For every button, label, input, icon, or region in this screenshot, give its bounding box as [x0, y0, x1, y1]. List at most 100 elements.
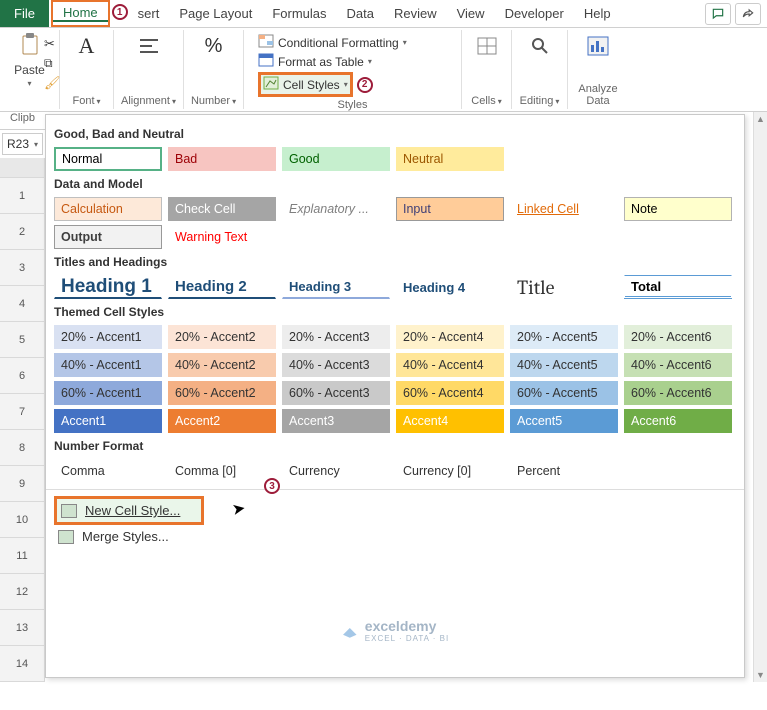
style-swatch-gbn[interactable]: Bad	[168, 147, 276, 171]
cut-icon[interactable]: ✂	[44, 36, 61, 52]
tab-insert-cut[interactable]: sert	[128, 0, 170, 27]
file-tab[interactable]: File	[0, 0, 49, 27]
style-heading-4[interactable]: Heading 4	[396, 275, 504, 299]
style-heading-1[interactable]: Heading 1	[54, 275, 162, 299]
cells-icon[interactable]	[473, 32, 501, 60]
style-total[interactable]: Total	[624, 275, 732, 299]
share-button[interactable]	[735, 3, 761, 25]
row-header[interactable]: 7	[0, 394, 45, 430]
clipboard-group-label: Clipb	[0, 112, 45, 130]
tab-developer[interactable]: Developer	[495, 0, 574, 27]
style-swatch-data-model[interactable]: Output	[54, 225, 162, 249]
style-swatch-accent[interactable]: 40% - Accent3	[282, 353, 390, 377]
row-header[interactable]: 4	[0, 286, 45, 322]
style-swatch-number-format[interactable]: Percent	[510, 459, 618, 483]
paste-button[interactable]: Paste ▾	[14, 32, 45, 88]
row-header[interactable]: 13	[0, 610, 45, 646]
style-heading-3[interactable]: Heading 3	[282, 275, 390, 299]
tab-page-layout[interactable]: Page Layout	[169, 0, 262, 27]
row-header[interactable]: 8	[0, 430, 45, 466]
alignment-icon[interactable]	[135, 32, 163, 60]
style-heading-2[interactable]: Heading 2	[168, 275, 276, 299]
ribbon-group-font: A Font▾	[60, 30, 114, 109]
editing-icon[interactable]	[526, 32, 554, 60]
row-header[interactable]: 10	[0, 502, 45, 538]
row-header[interactable]: 11	[0, 538, 45, 574]
ribbon-group-analyze: Analyze Data	[568, 30, 628, 109]
style-swatch-accent[interactable]: 40% - Accent4	[396, 353, 504, 377]
titlebar-commands	[699, 0, 767, 27]
scroll-down-icon[interactable]: ▼	[756, 670, 765, 680]
style-swatch-data-model[interactable]: Linked Cell	[510, 197, 618, 221]
row-header[interactable]: 3	[0, 250, 45, 286]
tab-formulas[interactable]: Formulas	[262, 0, 336, 27]
style-swatch-accent[interactable]: 60% - Accent1	[54, 381, 162, 405]
style-title[interactable]: Title	[510, 275, 618, 299]
style-swatch-accent[interactable]: Accent3	[282, 409, 390, 433]
comments-button[interactable]	[705, 3, 731, 25]
number-icon[interactable]: %	[200, 32, 228, 60]
format-painter-icon[interactable]: 🖌	[44, 75, 61, 91]
style-swatch-data-model[interactable]: Calculation	[54, 197, 162, 221]
tab-home[interactable]: Home	[53, 5, 108, 22]
style-swatch-accent[interactable]: 40% - Accent2	[168, 353, 276, 377]
row-header[interactable]: 2	[0, 214, 45, 250]
tab-data[interactable]: Data	[337, 0, 384, 27]
style-swatch-data-model[interactable]: Check Cell	[168, 197, 276, 221]
row-header[interactable]: 12	[0, 574, 45, 610]
style-swatch-gbn[interactable]: Good	[282, 147, 390, 171]
style-swatch-gbn[interactable]: Neutral	[396, 147, 504, 171]
merge-styles-menu-item[interactable]: Merge Styles...	[54, 525, 736, 548]
vertical-scrollbar[interactable]: ▲ ▼	[753, 112, 767, 682]
conditional-formatting-button[interactable]: Conditional Formatting ▾	[258, 34, 407, 51]
style-swatch-accent[interactable]: 60% - Accent6	[624, 381, 732, 405]
style-swatch-accent[interactable]: 60% - Accent2	[168, 381, 276, 405]
style-swatch-accent[interactable]: 20% - Accent4	[396, 325, 504, 349]
style-swatch-data-model[interactable]: Explanatory ...	[282, 197, 390, 221]
style-swatch-accent[interactable]: 20% - Accent5	[510, 325, 618, 349]
style-swatch-accent[interactable]: Accent1	[54, 409, 162, 433]
row-header[interactable]: 9	[0, 466, 45, 502]
font-icon[interactable]: A	[73, 32, 101, 60]
annotation-badge-3: 3	[264, 478, 280, 494]
tab-view[interactable]: View	[447, 0, 495, 27]
style-swatch-accent[interactable]: Accent4	[396, 409, 504, 433]
row-header[interactable]: 14	[0, 646, 45, 682]
style-swatch-accent[interactable]: 60% - Accent4	[396, 381, 504, 405]
style-swatch-accent[interactable]: 40% - Accent1	[54, 353, 162, 377]
copy-icon[interactable]: ⧉	[44, 56, 61, 71]
style-swatch-data-model[interactable]: Note	[624, 197, 732, 221]
style-swatch-accent[interactable]: Accent5	[510, 409, 618, 433]
style-swatch-accent[interactable]: 20% - Accent6	[624, 325, 732, 349]
scroll-up-icon[interactable]: ▲	[756, 114, 765, 124]
style-swatch-accent[interactable]: 20% - Accent2	[168, 325, 276, 349]
style-swatch-accent[interactable]: 20% - Accent3	[282, 325, 390, 349]
style-swatch-accent[interactable]: 40% - Accent6	[624, 353, 732, 377]
style-swatch-number-format[interactable]: Currency [0]	[396, 459, 504, 483]
style-swatch-data-model[interactable]: Input	[396, 197, 504, 221]
tab-help[interactable]: Help	[574, 0, 621, 27]
cell-styles-button[interactable]: Cell Styles ▾	[263, 76, 348, 93]
style-swatch-data-model[interactable]: Warning Text	[168, 225, 276, 249]
style-swatch-accent[interactable]: 60% - Accent3	[282, 381, 390, 405]
analyze-data-icon[interactable]	[584, 32, 612, 60]
select-all-corner[interactable]	[0, 158, 45, 178]
row-header[interactable]: 1	[0, 178, 45, 214]
style-swatch-accent[interactable]: Accent2	[168, 409, 276, 433]
tab-review[interactable]: Review	[384, 0, 447, 27]
style-swatch-accent[interactable]: 40% - Accent5	[510, 353, 618, 377]
merge-styles-icon	[58, 530, 74, 544]
style-swatch-accent[interactable]: 20% - Accent1	[54, 325, 162, 349]
style-swatch-accent[interactable]: Accent6	[624, 409, 732, 433]
style-swatch-number-format[interactable]: Currency	[282, 459, 390, 483]
format-as-table-icon	[258, 53, 274, 70]
row-header[interactable]: 5	[0, 322, 45, 358]
format-as-table-button[interactable]: Format as Table ▾	[258, 53, 407, 70]
style-swatch-number-format[interactable]: Comma	[54, 459, 162, 483]
style-swatch-gbn[interactable]: Normal	[54, 147, 162, 171]
new-cell-style-menu-item[interactable]: New Cell Style...	[57, 499, 184, 522]
row-header[interactable]: 6	[0, 358, 45, 394]
name-box[interactable]: R23 ▾	[2, 133, 43, 155]
style-swatch-accent[interactable]: 60% - Accent5	[510, 381, 618, 405]
style-swatch-number-format[interactable]: Comma [0]	[168, 459, 276, 483]
